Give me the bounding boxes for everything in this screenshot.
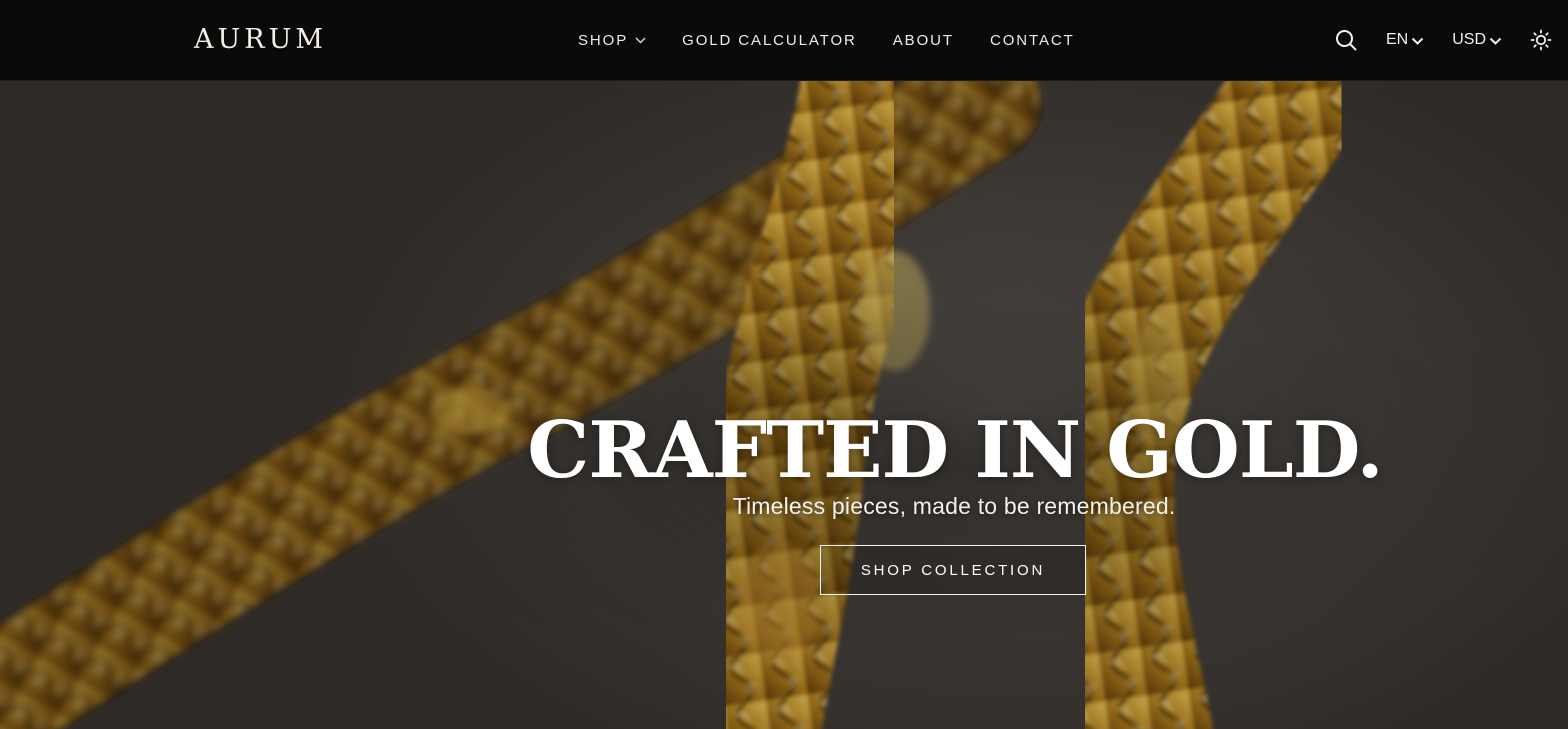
main-nav: SHOP GOLD CALCULATOR ABOUT CONTACT	[578, 0, 1111, 80]
nav-item-label: CONTACT	[989, 31, 1075, 49]
header-actions: EN USD	[1335, 0, 1552, 80]
nav-item-label: SHOP	[578, 31, 629, 49]
nav-item-contact[interactable]: CONTACT	[990, 32, 1075, 49]
language-selector[interactable]: EN	[1386, 31, 1424, 49]
language-value: EN	[1385, 31, 1409, 48]
hero-subtitle: Timeless pieces, made to be remembered.	[732, 493, 1176, 519]
page: AURUM SHOP GOLD CALCULATOR ABOUT CONTACT	[0, 0, 1568, 729]
chevron-down-icon	[1411, 37, 1424, 45]
currency-selector[interactable]: USD	[1452, 31, 1502, 49]
nav-item-gold-calculator[interactable]: GOLD CALCULATOR	[682, 32, 857, 49]
hero-title: CRAFTED IN GOLD.	[527, 405, 1383, 497]
nav-item-shop[interactable]: SHOP	[578, 32, 646, 49]
shop-collection-button[interactable]: SHOP COLLECTION	[820, 545, 1086, 595]
chevron-down-icon	[1489, 37, 1502, 45]
site-header: AURUM SHOP GOLD CALCULATOR ABOUT CONTACT	[0, 0, 1568, 81]
currency-value: USD	[1452, 31, 1486, 48]
nav-item-label: GOLD CALCULATOR	[682, 31, 857, 49]
nav-item-about[interactable]: ABOUT	[893, 32, 954, 49]
hero-section: CRAFTED IN GOLD. Timeless pieces, made t…	[0, 81, 1568, 729]
chevron-down-icon	[635, 37, 646, 44]
nav-item-label: ABOUT	[892, 31, 954, 49]
sun-icon[interactable]	[1530, 29, 1552, 51]
search-icon[interactable]	[1335, 29, 1357, 51]
brand-logo[interactable]: AURUM	[194, 22, 327, 58]
